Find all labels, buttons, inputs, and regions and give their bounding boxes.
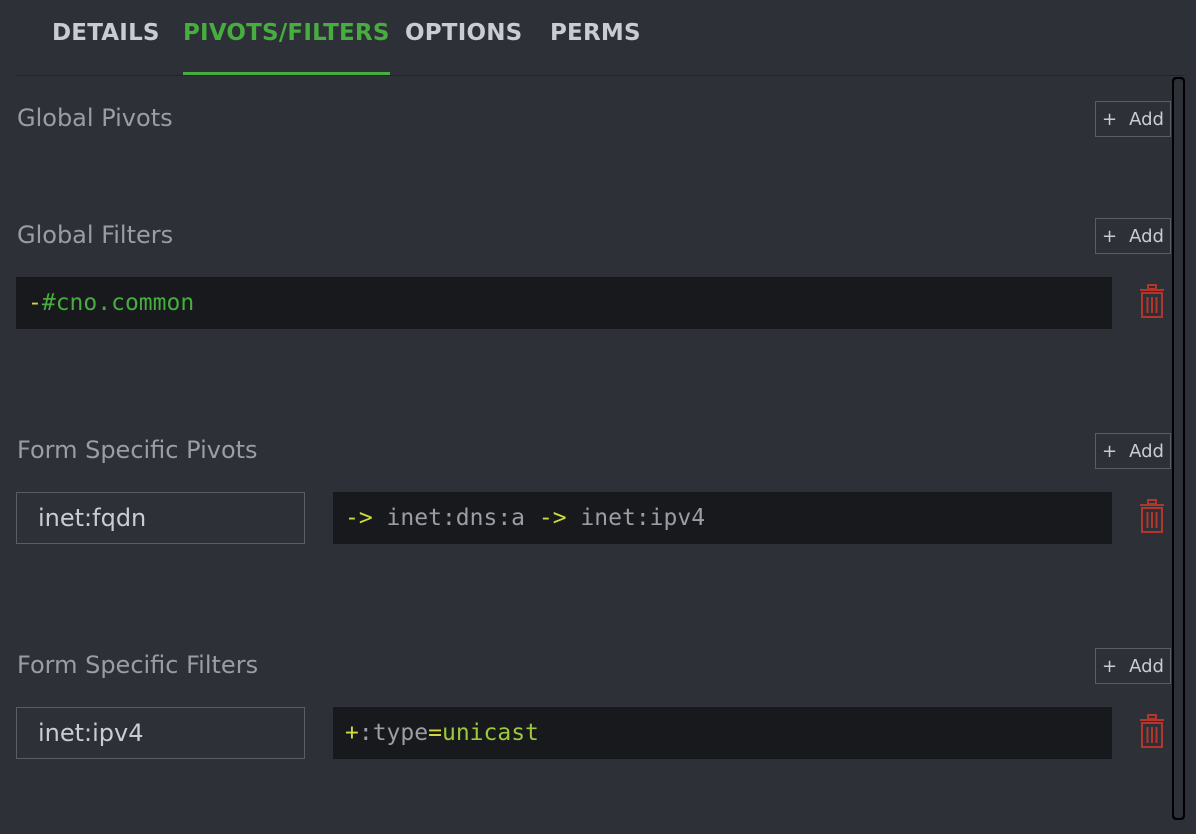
query-equals: = [428,720,442,746]
global-filters-title: Global Filters [17,221,174,249]
plus-icon: + [1102,108,1118,130]
trash-icon[interactable] [1139,714,1165,748]
form-filter-form-input[interactable]: inet:ipv4 [16,707,305,759]
add-form-pivot-button[interactable]: + Add [1095,433,1171,469]
plus-icon: + [1102,440,1118,462]
add-global-pivot-button[interactable]: + Add [1095,101,1171,137]
form-filter-query-editor[interactable]: +:type = unicast [333,707,1112,759]
add-label: Add [1129,440,1164,462]
trash-icon[interactable] [1139,499,1165,533]
query-operator: -> [345,505,373,531]
form-pivots-title: Form Specific Pivots [17,436,258,464]
global-pivots-title: Global Pivots [17,104,173,132]
tab-perms[interactable]: PERMS [550,20,641,75]
add-label: Add [1129,225,1164,247]
scrollbar-thumb[interactable] [1174,79,1183,818]
query-operator: + [345,720,359,746]
add-label: Add [1129,655,1164,677]
query-operator: - [28,290,42,316]
pivots-filters-panel: DETAILS PIVOTS/FILTERS OPTIONS PERMS Glo… [0,0,1196,834]
query-value: unicast [441,720,539,746]
form-pivot-query-editor[interactable]: -> inet:dns:a -> inet:ipv4 [333,492,1112,544]
trash-icon[interactable] [1139,284,1165,318]
query-form: inet:dns:a [372,505,539,531]
add-label: Add [1129,108,1164,130]
query-form: inet:ipv4 [566,505,706,531]
add-global-filter-button[interactable]: + Add [1095,218,1171,254]
query-tag: #cno.common [41,290,195,316]
query-prop: :type [358,720,429,746]
plus-icon: + [1102,655,1118,677]
tab-bar: DETAILS PIVOTS/FILTERS OPTIONS PERMS [16,0,1184,76]
plus-icon: + [1102,225,1118,247]
tab-options[interactable]: OPTIONS [405,20,522,75]
query-operator: -> [538,505,567,531]
form-filters-title: Form Specific Filters [17,651,259,679]
form-pivot-form-input[interactable]: inet:fqdn [16,492,305,544]
tab-details[interactable]: DETAILS [52,20,160,75]
global-filter-query-editor[interactable]: - #cno.common [16,277,1112,329]
tab-pivots-filters[interactable]: PIVOTS/FILTERS [183,20,390,75]
vertical-scrollbar[interactable] [1172,77,1185,820]
add-form-filter-button[interactable]: + Add [1095,648,1171,684]
